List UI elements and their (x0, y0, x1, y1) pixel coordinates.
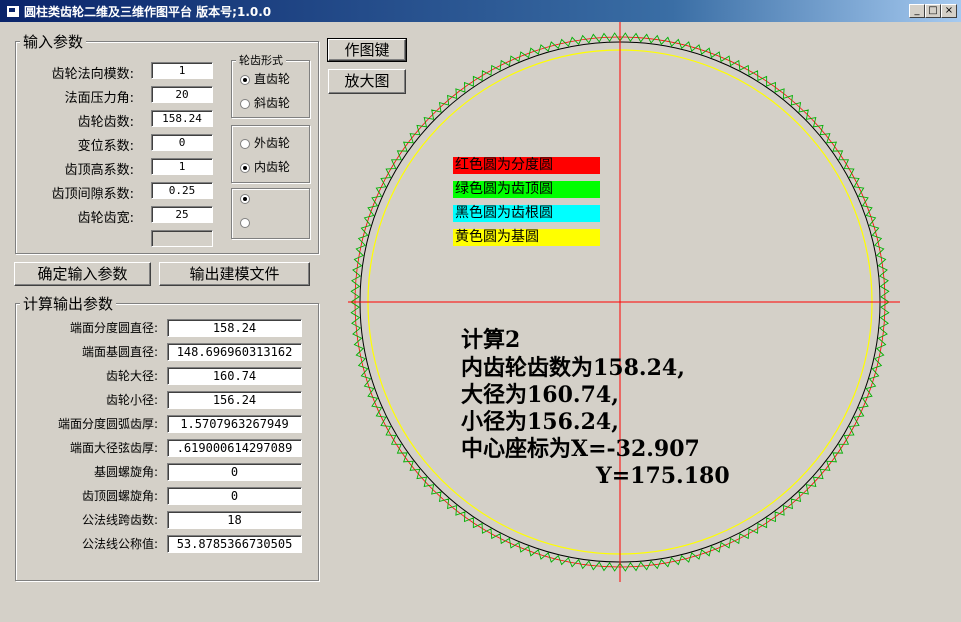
tip-helix-angle-label: 齿顶圆螺旋角: (81, 489, 158, 503)
radio-checked-icon (240, 74, 250, 85)
result-minor-diameter: 小径为156.24, (461, 409, 619, 435)
base-tangent-length-value[interactable]: 53.8785366730505 (167, 535, 302, 553)
input-params-legend: 输入参数 (20, 31, 87, 52)
normal-module-input[interactable]: 1 (151, 62, 213, 79)
key-base-circle: 黄色圆为基圆 (453, 229, 600, 246)
window-title: 圆柱类齿轮二维及三维作图平台 版本号;1.0.0 (24, 5, 272, 19)
tooth-count-label: 齿轮齿数: (77, 115, 134, 130)
internal-gear-label: 内齿轮 (254, 160, 291, 174)
span-tooth-count-label: 公法线跨齿数: (81, 513, 158, 527)
third-option-radio-2[interactable] (240, 215, 254, 229)
key-tip-circle: 绿色圆为齿顶圆 (453, 181, 600, 198)
helical-gear-radio[interactable]: 斜齿轮 (240, 94, 290, 111)
third-option-radio-1[interactable] (240, 191, 254, 205)
chordal-thickness-label: 端面大径弦齿厚: (69, 441, 158, 455)
result-heading: 计算2 (461, 327, 521, 353)
minimize-button[interactable]: _ (909, 4, 925, 18)
arc-tooth-thickness-label: 端面分度圆弧齿厚: (57, 417, 158, 431)
radio-unchecked-icon (240, 138, 250, 149)
gear-type-legend: 轮齿形式 (236, 52, 286, 68)
face-width-input[interactable]: 25 (151, 206, 213, 223)
pitch-diameter-value[interactable]: 158.24 (167, 319, 302, 337)
result-center-y: Y=175.180 (596, 463, 730, 489)
major-diameter-value[interactable]: 160.74 (167, 367, 302, 385)
result-center-x: 中心座标为X=-32.907 (461, 436, 700, 462)
gear-drawing-canvas (348, 22, 900, 582)
key-pitch-circle: 红色圆为分度圆 (453, 157, 600, 174)
extra-input[interactable] (151, 230, 213, 247)
spur-gear-radio[interactable]: 直齿轮 (240, 70, 290, 87)
helical-gear-label: 斜齿轮 (254, 96, 291, 110)
shift-coefficient-label: 变位系数: (77, 139, 134, 154)
arc-tooth-thickness-value[interactable]: 1.5707963267949 (167, 415, 302, 433)
export-model-button[interactable]: 输出建模文件 (159, 262, 310, 286)
minor-diameter-value[interactable]: 156.24 (167, 391, 302, 409)
result-major-diameter: 大径为160.74, (461, 382, 619, 408)
radio-checked-icon (240, 162, 250, 173)
span-tooth-count-value[interactable]: 18 (167, 511, 302, 529)
tip-helix-angle-value[interactable]: 0 (167, 487, 302, 505)
pressure-angle-label: 法面压力角: (64, 91, 134, 106)
pitch-diameter-label: 端面分度圆直径: (69, 321, 158, 335)
base-diameter-label: 端面基圆直径: (81, 345, 158, 359)
radio-unchecked-icon (240, 217, 250, 228)
key-root-circle: 黑色圆为齿根圆 (453, 205, 600, 222)
close-button[interactable]: × (941, 4, 957, 18)
base-helix-angle-value[interactable]: 0 (167, 463, 302, 481)
result-tooth-count: 内齿轮齿数为158.24, (461, 355, 685, 381)
face-width-label: 齿轮齿宽: (77, 211, 134, 226)
normal-module-label: 齿轮法向模数: (51, 67, 134, 82)
addendum-coefficient-label: 齿顶高系数: (64, 163, 134, 178)
app-icon (6, 5, 20, 18)
external-gear-label: 外齿轮 (254, 136, 291, 150)
base-helix-angle-label: 基圆螺旋角: (93, 465, 158, 479)
shift-coefficient-input[interactable]: 0 (151, 134, 213, 151)
output-params-legend: 计算输出参数 (20, 293, 117, 314)
minor-diameter-label: 齿轮小径: (105, 393, 158, 407)
pressure-angle-input[interactable]: 20 (151, 86, 213, 103)
confirm-input-button[interactable]: 确定输入参数 (14, 262, 151, 286)
spur-gear-label: 直齿轮 (254, 72, 291, 86)
base-diameter-value[interactable]: 148.696960313162 (167, 343, 302, 361)
clearance-coefficient-input[interactable]: 0.25 (151, 182, 213, 199)
radio-checked-icon (240, 193, 250, 204)
radio-unchecked-icon (240, 98, 250, 109)
tooth-count-input[interactable]: 158.24 (151, 110, 213, 127)
addendum-coefficient-input[interactable]: 1 (151, 158, 213, 175)
internal-gear-radio[interactable]: 内齿轮 (240, 158, 290, 175)
chordal-thickness-value[interactable]: .619000614297089 (167, 439, 302, 457)
title-bar: 圆柱类齿轮二维及三维作图平台 版本号;1.0.0 _ □ × (0, 0, 961, 22)
maximize-button[interactable]: □ (925, 4, 941, 18)
external-gear-radio[interactable]: 外齿轮 (240, 134, 290, 151)
clearance-coefficient-label: 齿顶间隙系数: (51, 187, 134, 202)
major-diameter-label: 齿轮大径: (105, 369, 158, 383)
base-tangent-length-label: 公法线公称值: (81, 537, 158, 551)
